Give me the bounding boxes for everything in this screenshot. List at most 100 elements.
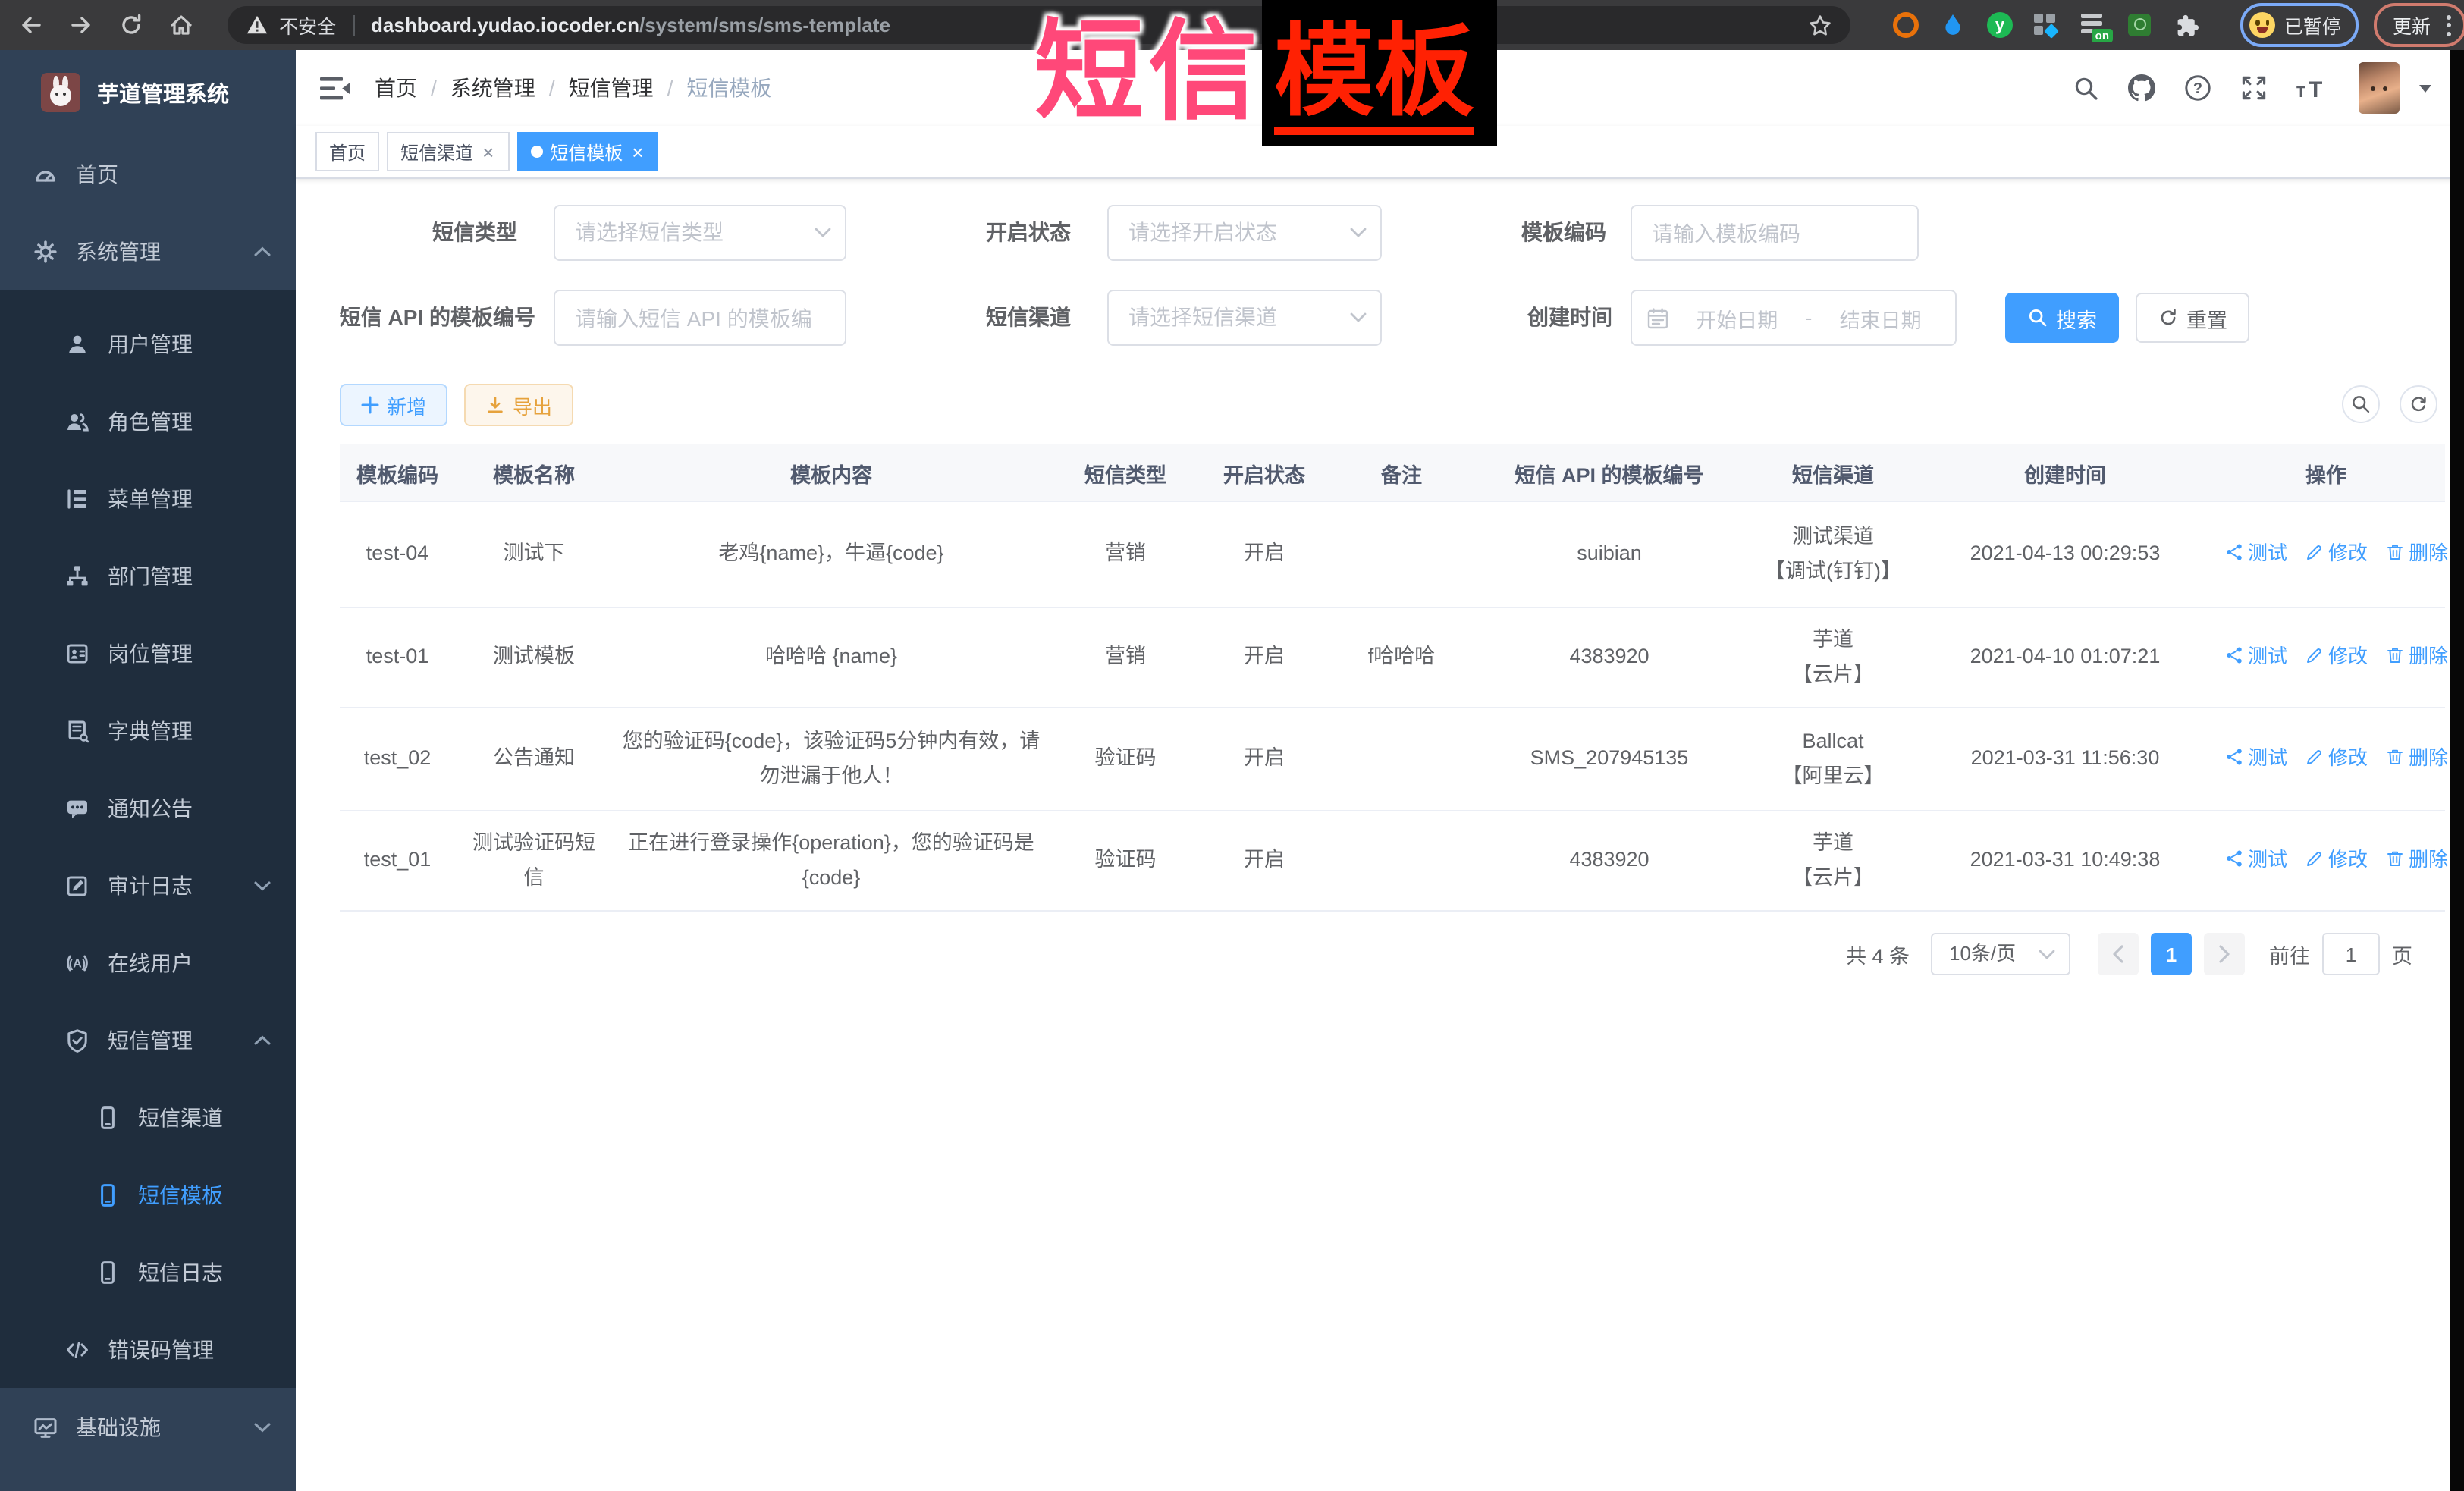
goto-page-input[interactable] [2322,933,2380,975]
end-date-placeholder[interactable]: 结束日期 [1821,303,1940,333]
tab-label: 首页 [329,139,366,165]
breadcrumb-system[interactable]: 系统管理 [450,73,535,103]
next-page-button[interactable] [2204,933,2245,975]
reset-button[interactable]: 重置 [2136,293,2249,343]
cell-code: test-01 [340,607,455,708]
sidebar-item-role-management[interactable]: 角色管理 [0,382,296,460]
extension-orange-icon[interactable] [1893,12,1919,38]
extensions-puzzle-icon[interactable] [2175,12,2201,38]
bookmark-star-icon[interactable] [1808,13,1832,37]
github-icon[interactable] [2127,74,2155,102]
prev-page-button[interactable] [2098,933,2139,975]
column-header: 短信类型 [1050,444,1201,501]
open-status-select[interactable]: 请选择开启状态 [1107,205,1382,261]
user-avatar[interactable] [2358,62,2399,114]
page-size-select[interactable]: 10条/页 [1931,933,2070,975]
screen-edge-strip [2449,50,2464,1491]
sidebar-item-user-management[interactable]: 用户管理 [0,305,296,382]
active-tab-dot [530,146,542,158]
sidebar-item-department-management[interactable]: 部门管理 [0,537,296,614]
sidebar-item-sms-channel[interactable]: 短信渠道 [0,1078,296,1156]
toggle-search-button[interactable] [2341,385,2379,423]
delete-link[interactable]: 删除 [2386,843,2448,875]
breadcrumb-home[interactable]: 首页 [375,73,417,103]
tab-home[interactable]: 首页 [315,132,379,171]
search-button[interactable]: 搜索 [2005,293,2119,343]
address-bar[interactable]: 不安全 dashboard.yudao.iocoder.cn/system/sm… [228,6,1850,44]
delete-link[interactable]: 删除 [2386,741,2448,774]
edit-link[interactable]: 修改 [2305,741,2368,774]
test-link[interactable]: 测试 [2225,536,2287,569]
sms-type-select[interactable]: 请选择短信类型 [554,205,846,261]
extension-leaf-icon[interactable] [2128,12,2154,38]
sidebar-item-sms-template[interactable]: 短信模板 [0,1156,296,1233]
font-size-icon[interactable]: T T [2296,75,2329,101]
browser-update-button[interactable]: 更新 [2373,3,2464,47]
test-link[interactable]: 测试 [2225,741,2287,774]
sidebar-item-post-management[interactable]: 岗位管理 [0,614,296,692]
api-template-id-field [554,290,846,346]
close-icon[interactable]: × [630,142,645,162]
sidebar-item-announcement[interactable]: 通知公告 [0,769,296,846]
sidebar-item-dictionary-management[interactable]: 字典管理 [0,692,296,769]
browser-profile-button[interactable]: 已暂停 [2240,3,2358,47]
close-icon[interactable]: × [481,142,495,162]
template-code-input[interactable] [1632,206,1917,259]
sidebar-item-sms-management[interactable]: 短信管理 [0,1001,296,1078]
breadcrumb-separator: / [431,76,437,100]
browser-menu-icon[interactable] [2443,11,2453,39]
edit-link[interactable]: 修改 [2305,639,2368,672]
delete-link[interactable]: 删除 [2386,639,2448,672]
reload-icon[interactable] [118,12,144,38]
help-icon[interactable]: ? [2183,74,2211,102]
sidebar-item-infrastructure[interactable]: 基础设施 [0,1388,296,1465]
extension-list-on-icon[interactable]: on [2081,12,2107,38]
create-time-range-picker[interactable]: 开始日期 - 结束日期 [1631,290,1957,346]
sidebar-item-online-users[interactable]: (A) 在线用户 [0,924,296,1001]
add-button[interactable]: 新增 [340,384,447,426]
calendar-icon [1647,307,1668,328]
sidebar-item-audit-log[interactable]: 审计日志 [0,846,296,924]
collapse-sidebar-icon[interactable] [320,75,350,101]
export-button[interactable]: 导出 [464,384,573,426]
current-page-button[interactable]: 1 [2151,933,2192,975]
cell-status: 开启 [1201,811,1327,911]
extension-grid-icon[interactable] [2034,12,2060,38]
sms-channel-select[interactable]: 请选择短信渠道 [1107,290,1382,346]
start-date-placeholder[interactable]: 开始日期 [1678,303,1797,333]
sidebar-item-menu-management[interactable]: 菜单管理 [0,460,296,537]
sidebar-item-label: 审计日志 [108,870,193,900]
forward-icon[interactable] [68,12,94,38]
test-link[interactable]: 测试 [2225,843,2287,875]
sidebar-item-error-code-management[interactable]: 错误码管理 [0,1311,296,1388]
sidebar-item-home[interactable]: 首页 [0,135,296,212]
extension-green-y-icon[interactable]: y [1987,12,2013,38]
sidebar-item-sms-log[interactable]: 短信日志 [0,1233,296,1311]
fullscreen-icon[interactable] [2240,74,2267,102]
sidebar-item-label: 错误码管理 [108,1334,214,1364]
api-template-id-input[interactable] [555,291,845,344]
test-link[interactable]: 测试 [2225,639,2287,672]
tab-sms-channel[interactable]: 短信渠道 × [387,132,509,171]
refresh-icon [2408,394,2428,414]
app-logo[interactable]: 芋道管理系统 [0,50,296,135]
svg-text:?: ? [2192,80,2202,97]
extension-blue-drop-icon[interactable] [1940,12,1966,38]
edit-link[interactable]: 修改 [2305,843,2368,875]
refresh-table-button[interactable] [2399,385,2437,423]
back-icon[interactable] [18,12,44,38]
cell-type: 验证码 [1050,708,1201,811]
logo-image [41,73,80,112]
tab-sms-template[interactable]: 短信模板 × [516,132,658,171]
avatar-caret-down-icon[interactable] [2418,84,2431,92]
sms-type-label: 短信类型 [340,205,517,261]
sidebar-item-label: 字典管理 [108,715,193,746]
breadcrumb-sms[interactable]: 短信管理 [569,73,654,103]
delete-link[interactable]: 删除 [2386,536,2448,569]
org-tree-icon [65,563,89,588]
edit-link[interactable]: 修改 [2305,536,2368,569]
sidebar-item-label: 通知公告 [108,793,193,823]
sidebar-item-system-management[interactable]: 系统管理 [0,212,296,290]
home-icon[interactable] [168,12,194,38]
search-icon[interactable] [2073,75,2098,101]
